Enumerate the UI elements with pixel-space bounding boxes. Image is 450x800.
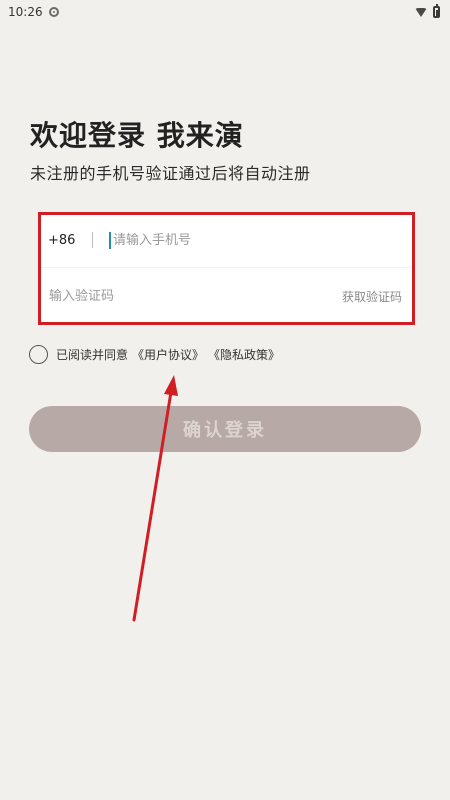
- page-subtitle: 未注册的手机号验证通过后将自动注册: [30, 164, 311, 183]
- confirm-login-button[interactable]: 确认登录: [29, 406, 421, 452]
- field-divider: [92, 232, 93, 248]
- agreement-text: 已阅读并同意: [56, 348, 129, 362]
- get-code-button[interactable]: 获取验证码: [342, 288, 402, 305]
- agreement-checkbox[interactable]: [29, 345, 48, 364]
- battery-icon: [433, 4, 440, 18]
- settings-icon: [48, 7, 59, 17]
- status-time: 10:26: [8, 5, 43, 19]
- country-code[interactable]: +86: [48, 233, 88, 248]
- code-row: 获取验证码: [39, 269, 414, 324]
- verification-code-input[interactable]: [49, 289, 249, 304]
- privacy-policy-link[interactable]: 《隐私政策》: [208, 346, 280, 363]
- login-form: +86 获取验证码: [39, 213, 414, 324]
- page-title: 欢迎登录 我来演: [30, 119, 244, 152]
- text-cursor: [109, 231, 111, 249]
- status-left: 10:26: [8, 5, 59, 19]
- status-right: [415, 4, 440, 18]
- status-bar: 10:26: [0, 0, 450, 24]
- wifi-icon: [415, 7, 427, 17]
- login-screen: 10:26 欢迎登录 我来演 未注册的手机号验证通过后将自动注册 +86 获取验…: [0, 0, 450, 800]
- agreement-row: 已阅读并同意 《用户协议》 《隐私政策》: [29, 345, 280, 364]
- user-agreement-link[interactable]: 《用户协议》: [132, 346, 204, 363]
- phone-input[interactable]: [113, 232, 313, 248]
- phone-row: +86: [39, 213, 414, 268]
- annotation-arrow-head: [164, 375, 178, 396]
